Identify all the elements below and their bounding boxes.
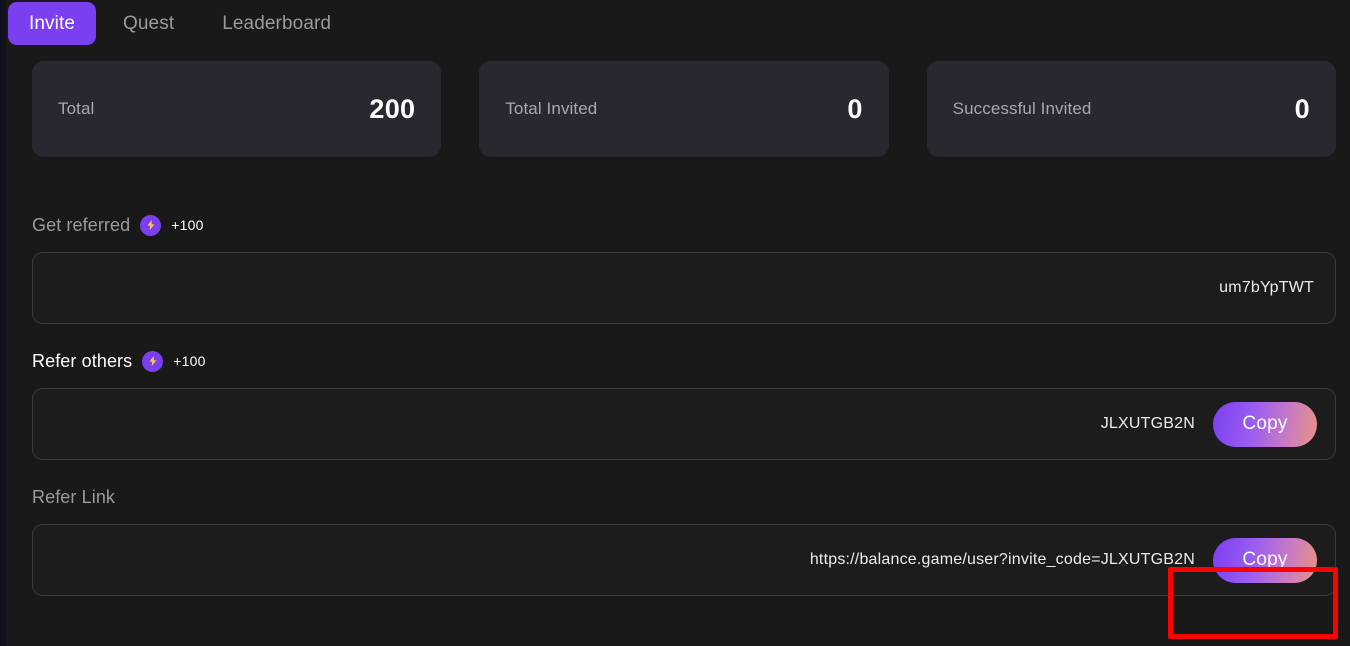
tab-leaderboard[interactable]: Leaderboard <box>201 2 352 45</box>
stats-row: Total 200 Total Invited 0 Successful Inv… <box>0 46 1350 157</box>
refer-link-value: https://balance.game/user?invite_code=JL… <box>809 551 1195 568</box>
stat-value: 0 <box>847 93 863 124</box>
section-get-referred: Get referred +100 um7bYpTWT <box>0 214 1350 324</box>
section-refer-others: Refer others +100 JLXUTGB2N Copy <box>0 350 1350 460</box>
tab-invite[interactable]: Invite <box>8 1 97 45</box>
lightning-bolt-icon <box>140 214 162 236</box>
stat-value: 200 <box>369 93 416 124</box>
tab-quest[interactable]: Quest <box>102 2 195 45</box>
stat-value: 0 <box>1294 93 1310 124</box>
reward-amount: +100 <box>173 353 206 369</box>
reward-amount: +100 <box>171 217 204 233</box>
stat-label: Total <box>58 99 95 118</box>
invite-page: Invite Quest Leaderboard Total 200 Total… <box>0 0 1350 646</box>
refer-link-field[interactable]: https://balance.game/user?invite_code=JL… <box>32 524 1336 596</box>
section-refer-link: Refer Link https://balance.game/user?inv… <box>0 486 1350 596</box>
refer-others-code-value: JLXUTGB2N <box>1100 415 1195 432</box>
stat-card-total: Total 200 <box>32 61 442 157</box>
lightning-bolt-icon <box>142 350 164 372</box>
section-header: Refer others +100 <box>32 350 1336 372</box>
stat-label: Total Invited <box>505 99 598 118</box>
section-header: Get referred +100 <box>32 214 1336 236</box>
section-title: Get referred <box>32 214 131 235</box>
left-edge-strip <box>0 0 6 646</box>
section-header: Refer Link <box>32 486 1336 508</box>
copy-link-button[interactable]: Copy <box>1213 537 1317 583</box>
section-title: Refer Link <box>32 486 116 507</box>
get-referred-code-value: um7bYpTWT <box>1219 279 1314 296</box>
get-referred-code-field[interactable]: um7bYpTWT <box>32 252 1336 324</box>
stat-label: Successful Invited <box>952 99 1092 118</box>
stat-card-successful-invited: Successful Invited 0 <box>926 61 1336 157</box>
section-title: Refer others <box>32 350 133 371</box>
copy-code-button[interactable]: Copy <box>1213 401 1317 447</box>
stat-card-total-invited: Total Invited 0 <box>479 61 889 157</box>
tab-bar: Invite Quest Leaderboard <box>0 0 1350 46</box>
refer-others-code-field[interactable]: JLXUTGB2N Copy <box>32 388 1336 460</box>
